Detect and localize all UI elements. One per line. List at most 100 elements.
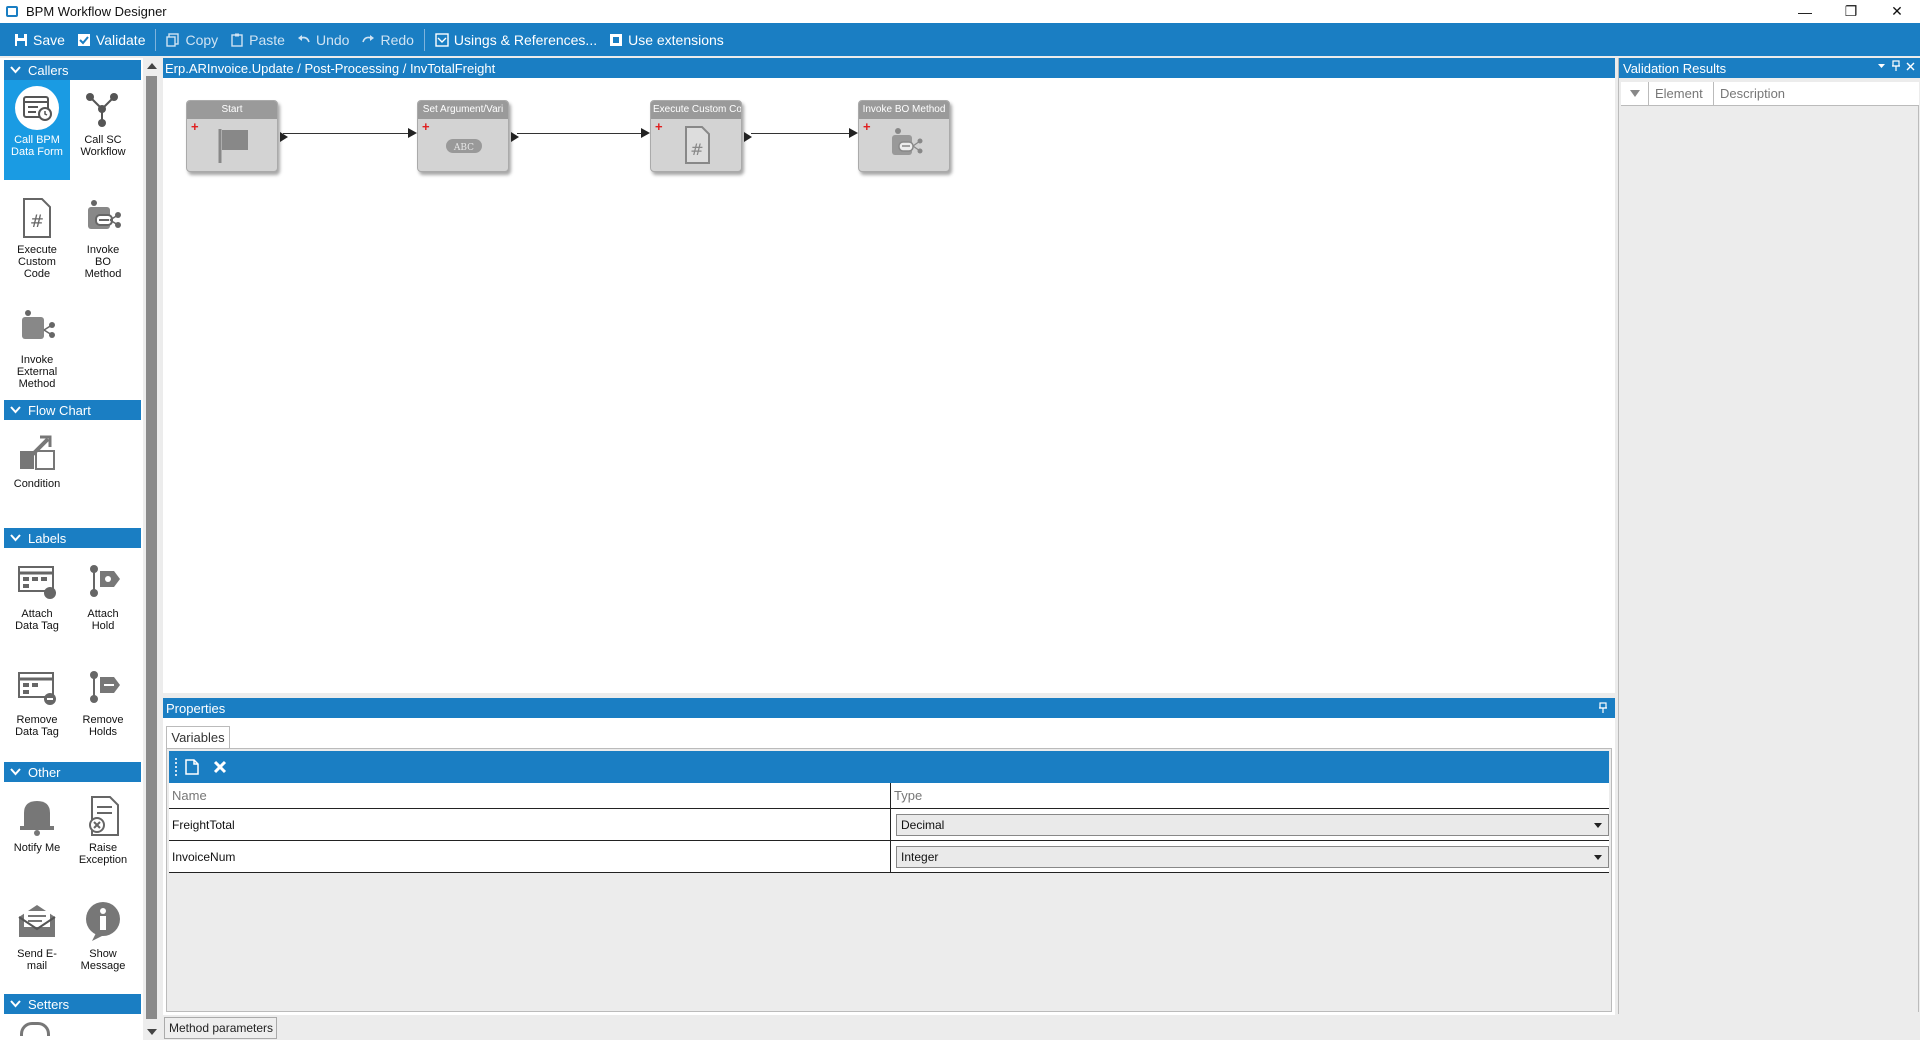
tool-attach-data-tag[interactable]: Attach Data Tag (4, 554, 70, 644)
group-header-callers[interactable]: Callers (4, 60, 141, 80)
type-dropdown[interactable]: Integer (896, 845, 1609, 868)
node-execute-custom-code[interactable]: Execute Custom Co + # (650, 100, 752, 172)
new-variable-button[interactable] (181, 756, 203, 778)
tool-label: Attach Hold (87, 608, 119, 632)
pin-icon[interactable] (1599, 702, 1607, 714)
filter-icon (1629, 90, 1640, 97)
table-row[interactable]: InvoiceNum Integer (169, 841, 1609, 873)
copy-label: Copy (185, 31, 219, 48)
save-button[interactable]: Save (8, 27, 71, 53)
copy-button[interactable]: Copy (160, 27, 224, 53)
main-toolbar: Save Validate Copy Paste Undo Redo Using… (0, 23, 1920, 56)
tab-variables[interactable]: Variables (166, 726, 230, 748)
scroll-up-icon[interactable] (147, 63, 157, 69)
dropdown-value: Decimal (901, 817, 945, 832)
connector[interactable] (751, 128, 858, 138)
node-title: Execute Custom Co (651, 101, 741, 119)
column-header-type[interactable]: Type (891, 783, 1609, 808)
app-icon (6, 6, 18, 17)
connector[interactable] (283, 128, 417, 138)
dropdown-arrow-icon[interactable] (1594, 822, 1602, 828)
tool-call-bpm-data-form[interactable]: Call BPM Data Form (4, 80, 70, 180)
window-controls: — ❐ ✕ (1782, 0, 1920, 23)
tool-label: Invoke BO Method (84, 244, 122, 280)
toolbar-separator (155, 28, 157, 51)
toolbox-scrollbar[interactable] (143, 58, 160, 1040)
add-icon[interactable]: + (422, 120, 430, 133)
workflow-canvas[interactable]: Start + Set Argument/Vari + ABC Execute … (163, 78, 1615, 693)
filter-button[interactable] (1621, 82, 1649, 105)
table-row[interactable]: FreightTotal Decimal (169, 809, 1609, 841)
node-invoke-bo-method[interactable]: Invoke BO Method + (858, 100, 950, 172)
validation-results-panel: Validation Results Element Description (1618, 58, 1920, 1014)
copy-icon (166, 32, 180, 47)
connector[interactable] (517, 128, 650, 138)
tool-show-message[interactable]: Show Message (70, 894, 136, 984)
tool-invoke-external-method[interactable]: Invoke External Method (4, 300, 70, 400)
minimize-button[interactable]: — (1782, 0, 1828, 23)
svg-text:#: # (30, 212, 44, 232)
restore-button[interactable]: ❐ (1828, 0, 1874, 23)
pin-icon[interactable] (1892, 60, 1900, 72)
tool-attach-hold[interactable]: Attach Hold (70, 554, 136, 644)
tool-condition[interactable]: Condition (4, 424, 70, 504)
group-header-flow-chart[interactable]: Flow Chart (4, 400, 141, 420)
tool-call-sc-workflow[interactable]: Call SC Workflow (70, 80, 136, 180)
tool-notify-me[interactable]: Notify Me (4, 788, 70, 878)
group-header-other[interactable]: Other (4, 762, 141, 782)
validate-button[interactable]: Validate (71, 27, 152, 53)
tool-execute-custom-code[interactable]: # Execute Custom Code (4, 190, 70, 290)
tool-raise-exception[interactable]: Raise Exception (70, 788, 136, 878)
column-header-description[interactable]: Description (1714, 82, 1919, 105)
paste-label: Paste (249, 31, 285, 48)
dropdown-arrow-icon[interactable] (1594, 854, 1602, 860)
undo-button[interactable]: Undo (291, 27, 355, 53)
scroll-down-icon[interactable] (147, 1029, 157, 1035)
close-icon[interactable] (1906, 60, 1915, 72)
group-header-setters[interactable]: Setters (4, 994, 141, 1014)
validate-label: Validate (95, 31, 146, 48)
column-header-element[interactable]: Element (1649, 82, 1714, 105)
variable-name-cell[interactable]: InvoiceNum (169, 841, 891, 872)
node-title: Invoke BO Method (859, 101, 949, 119)
group-header-labels[interactable]: Labels (4, 528, 141, 548)
group-label: Callers (28, 62, 69, 78)
add-icon[interactable]: + (863, 120, 871, 133)
tool-remove-data-tag[interactable]: Remove Data Tag (4, 660, 70, 750)
dropdown-value: Integer (901, 849, 939, 864)
usings-references-button[interactable]: Usings & References... (429, 27, 603, 53)
tab-method-parameters[interactable]: Method parameters (164, 1017, 277, 1039)
scrollbar-thumb[interactable] (146, 76, 157, 1019)
window-title: BPM Workflow Designer (26, 4, 167, 19)
paste-button[interactable]: Paste (224, 27, 291, 53)
delete-variable-button[interactable] (209, 756, 231, 778)
node-set-argument-variable[interactable]: Set Argument/Vari + ABC (417, 100, 519, 172)
close-button[interactable]: ✕ (1874, 0, 1920, 23)
tool-label: Notify Me (13, 842, 61, 854)
code-file-icon: # (685, 126, 710, 164)
tool-label: Remove Data Tag (15, 714, 59, 738)
tool-remove-holds[interactable]: Remove Holds (70, 660, 136, 750)
type-dropdown[interactable]: Decimal (896, 813, 1609, 836)
column-header-name[interactable]: Name (169, 783, 891, 808)
add-icon[interactable]: + (191, 120, 199, 133)
extensions-label: Use extensions (628, 31, 724, 48)
code-file-icon: # (23, 198, 51, 238)
tab-label: Method parameters (169, 1021, 274, 1035)
tool-send-email[interactable]: Send E-mail (4, 894, 70, 984)
tool-label: Attach Data Tag (15, 608, 59, 632)
use-extensions-button[interactable]: Use extensions (603, 27, 730, 53)
validation-grid-header: Element Description (1621, 82, 1919, 106)
references-icon (435, 32, 449, 47)
validation-results-list (1621, 106, 1919, 1012)
arrow-head-icon (408, 128, 417, 138)
group-label: Labels (28, 530, 67, 546)
dropdown-icon[interactable] (1877, 60, 1886, 72)
group-label: Other (28, 764, 61, 780)
node-start[interactable]: Start + (186, 100, 288, 172)
redo-button[interactable]: Redo (355, 27, 419, 53)
variable-name-cell[interactable]: FreightTotal (169, 809, 891, 840)
tool-invoke-bo-method[interactable]: Invoke BO Method (70, 190, 136, 280)
chevron-down-icon (10, 406, 21, 414)
add-icon[interactable]: + (655, 120, 663, 133)
